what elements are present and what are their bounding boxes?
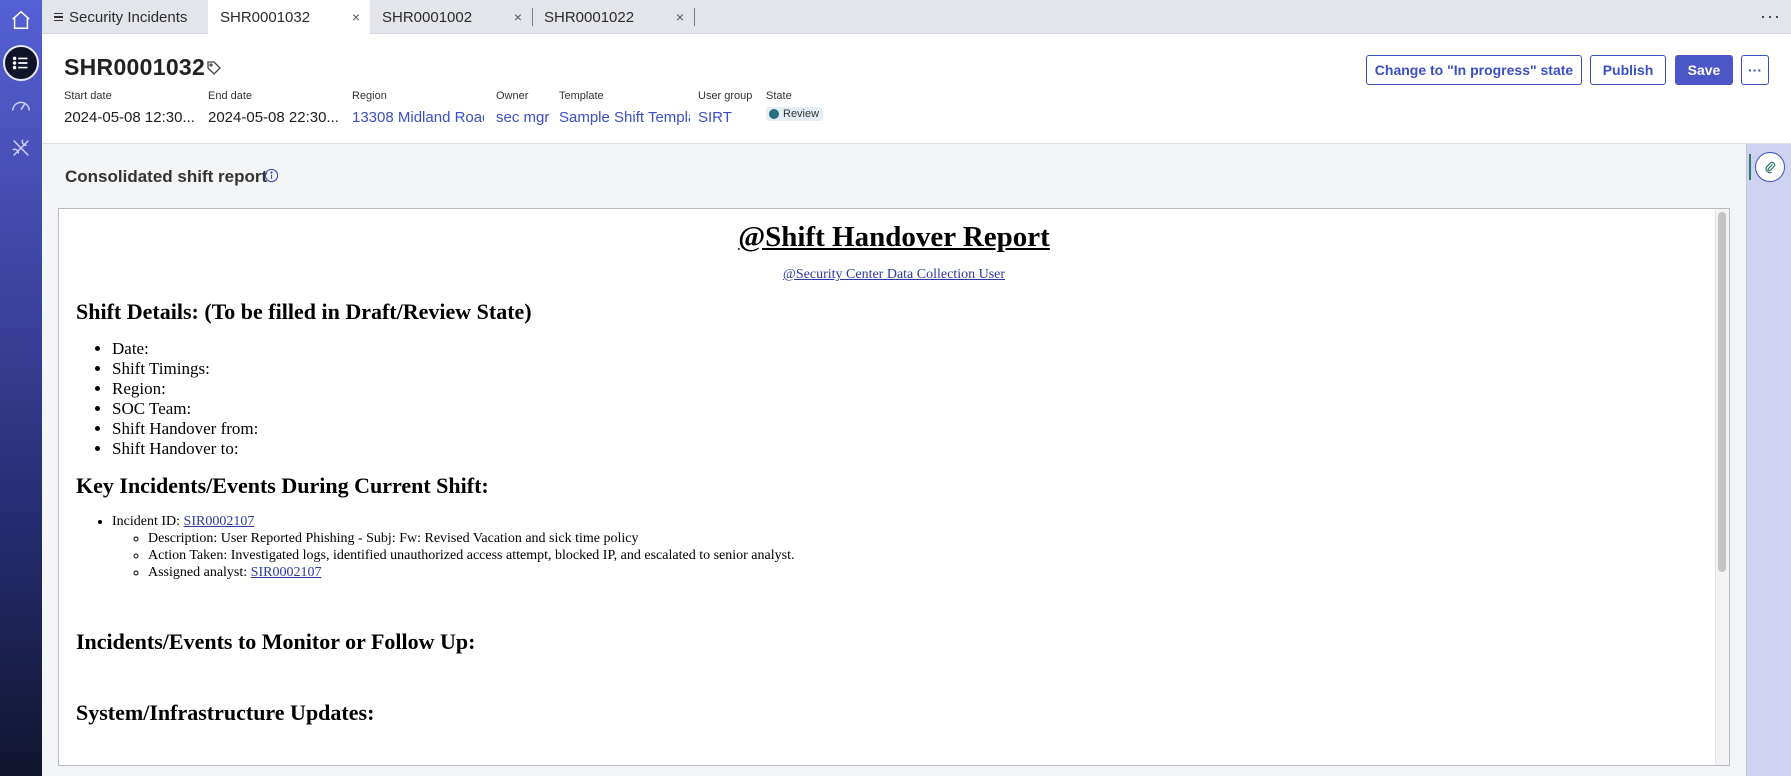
field-template: Template Sample Shift Template bbox=[559, 90, 690, 126]
field-end-date: End date 2024-05-08 22:30... bbox=[208, 90, 339, 126]
scrollbar-thumb[interactable] bbox=[1718, 212, 1726, 572]
tab-label: SHR0001002 bbox=[382, 8, 473, 26]
field-start-date: Start date 2024-05-08 12:30... bbox=[64, 90, 195, 126]
attachment-icon[interactable] bbox=[1755, 152, 1785, 182]
owner-link[interactable]: sec mgr bbox=[496, 109, 552, 126]
incident-details-list: Description: User Reported Phishing - Su… bbox=[112, 530, 1712, 581]
field-state: State Review bbox=[766, 90, 846, 124]
list-item: SOC Team: bbox=[112, 399, 1712, 419]
close-icon[interactable]: × bbox=[352, 9, 360, 25]
left-nav-rail bbox=[0, 0, 42, 776]
save-button[interactable]: Save bbox=[1675, 55, 1733, 85]
list-item: Shift Timings: bbox=[112, 359, 1712, 379]
contextual-side-panel bbox=[1746, 144, 1791, 776]
region-link[interactable]: 13308 Midland Road bbox=[352, 109, 484, 126]
record-header: SHR0001032 Start date 2024-05-08 12:30..… bbox=[42, 34, 1791, 144]
dashboard-gauge-icon[interactable] bbox=[3, 88, 39, 124]
list-item: Region: bbox=[112, 379, 1712, 399]
assigned-analyst-link[interactable]: SIR0002107 bbox=[251, 565, 322, 580]
page-title: SHR0001032 bbox=[64, 54, 206, 80]
status-dot-icon bbox=[769, 109, 779, 119]
tab-label: Security Incidents bbox=[69, 8, 188, 26]
incident-list: Incident ID: SIR0002107 Description: Use… bbox=[76, 513, 1712, 581]
scrollbar[interactable] bbox=[1715, 209, 1729, 765]
report-document: @Shift Handover Report @Security Center … bbox=[59, 221, 1729, 726]
shift-details-list: Date: Shift Timings: Region: SOC Team: S… bbox=[76, 339, 1712, 459]
publish-button[interactable]: Publish bbox=[1590, 55, 1666, 85]
template-link[interactable]: Sample Shift Template bbox=[559, 109, 690, 126]
tab-shr0001002[interactable]: SHR0001002 × bbox=[370, 0, 532, 34]
list-item: Shift Handover to: bbox=[112, 439, 1712, 459]
info-icon[interactable] bbox=[264, 168, 279, 183]
report-title: @Shift Handover Report bbox=[738, 221, 1050, 253]
key-incidents-heading: Key Incidents/Events During Current Shif… bbox=[76, 473, 489, 498]
shift-details-heading: Shift Details: (To be filled in Draft/Re… bbox=[76, 299, 532, 324]
list-icon[interactable] bbox=[3, 45, 39, 81]
hamburger-icon bbox=[54, 12, 63, 22]
system-updates-heading: System/Infrastructure Updates: bbox=[76, 700, 375, 725]
close-icon[interactable]: × bbox=[676, 9, 684, 25]
section-title: Consolidated shift report bbox=[65, 167, 268, 186]
field-owner: Owner sec mgr bbox=[496, 90, 552, 126]
monitor-heading: Incidents/Events to Monitor or Follow Up… bbox=[76, 629, 476, 654]
report-subtitle-link[interactable]: @Security Center Data Collection User bbox=[783, 267, 1005, 282]
list-item: Description: User Reported Phishing - Su… bbox=[148, 530, 1712, 547]
list-item: Date: bbox=[112, 339, 1712, 359]
more-actions-button[interactable]: ··· bbox=[1741, 55, 1769, 85]
panel-active-indicator bbox=[1749, 154, 1751, 180]
close-icon[interactable]: × bbox=[514, 9, 522, 25]
list-item: Incident ID: SIR0002107 Description: Use… bbox=[112, 513, 1712, 581]
tab-shr0001032[interactable]: SHR0001032 × bbox=[208, 0, 370, 34]
list-item: Action Taken: Investigated logs, identif… bbox=[148, 547, 1712, 564]
list-item: Assigned analyst: SIR0002107 bbox=[148, 564, 1712, 581]
tag-icon[interactable] bbox=[206, 60, 222, 76]
incident-id-link[interactable]: SIR0002107 bbox=[184, 514, 255, 529]
tab-label: SHR0001032 bbox=[220, 8, 311, 26]
home-icon[interactable] bbox=[3, 2, 39, 38]
tab-shr0001022[interactable]: SHR0001022 × bbox=[532, 0, 694, 34]
more-tabs-icon[interactable]: ··· bbox=[1760, 6, 1781, 27]
report-viewer[interactable]: @Shift Handover Report @Security Center … bbox=[58, 208, 1730, 766]
field-user-group: User group SIRT bbox=[698, 90, 758, 126]
user-group-link[interactable]: SIRT bbox=[698, 109, 758, 126]
tab-strip: Security Incidents SHR0001032 × SHR00010… bbox=[42, 0, 1791, 34]
tab-divider bbox=[694, 8, 695, 26]
tools-icon[interactable] bbox=[3, 130, 39, 166]
field-region: Region 13308 Midland Road bbox=[352, 90, 484, 126]
tab-label: SHR0001022 bbox=[544, 8, 635, 26]
list-item: Shift Handover from: bbox=[112, 419, 1712, 439]
status-badge: Review bbox=[766, 107, 824, 121]
change-state-button[interactable]: Change to "In progress" state bbox=[1366, 55, 1582, 85]
tab-security-incidents[interactable]: Security Incidents bbox=[42, 0, 208, 34]
